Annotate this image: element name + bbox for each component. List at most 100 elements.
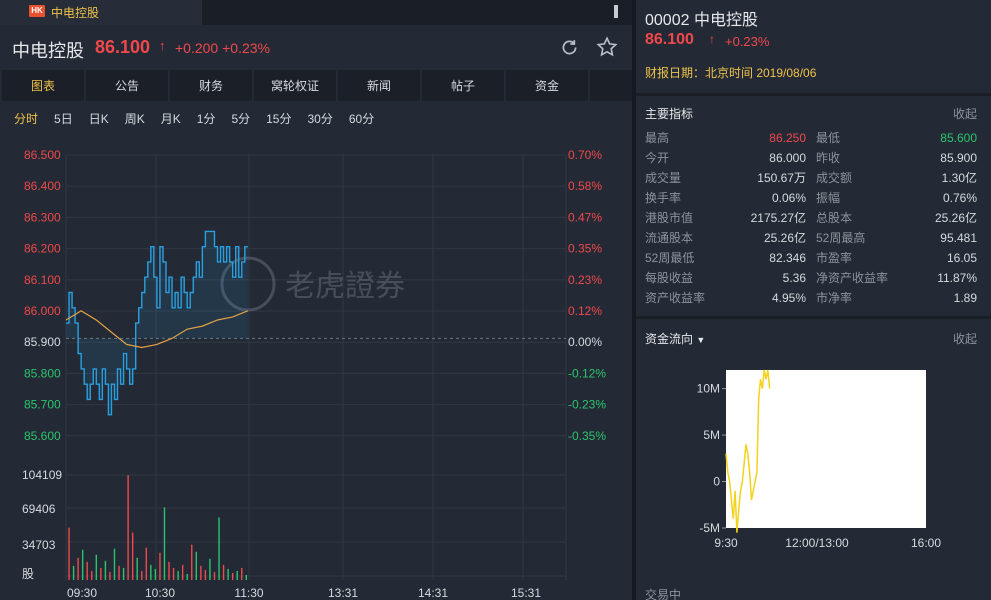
tab-warrants[interactable]: 窝轮权证 [254, 70, 336, 101]
indicators-collapse[interactable]: 收起 [953, 105, 977, 122]
indicator-value: 11.87% [937, 271, 977, 285]
pct-tick-label: 0.12% [568, 304, 602, 318]
volume-tick-label: 股 [22, 567, 34, 581]
watermark-text: 老虎證券 [285, 269, 405, 304]
pct-tick-label: -0.23% [568, 398, 606, 412]
tab-stock[interactable]: HK 中电控股 [0, 0, 202, 25]
indicator-value: 1.89 [953, 291, 977, 305]
pct-tick-label: -0.35% [568, 429, 606, 443]
period-30min[interactable]: 30分 [307, 110, 332, 127]
indicator-label: 资产收益率 [645, 291, 706, 305]
stock-name: 中电控股 [12, 41, 84, 61]
period-selector: 分时 5日 日K 周K 月K 1分 5分 15分 30分 60分 [14, 110, 390, 127]
tab-financials[interactable]: 财务 [170, 70, 252, 101]
change-pct: +0.23% [222, 40, 270, 56]
stock-price: 86.100 [95, 37, 151, 57]
report-date: 财报日期：北京时间 2019/08/06 [645, 66, 817, 80]
flow-title-text: 资金流向 [645, 332, 694, 346]
indicator-value: 25.26亿 [763, 231, 806, 245]
flow-y-label: 0 [713, 475, 720, 489]
indicator-label: 每股收益 [645, 271, 694, 285]
indicator-value: 82.346 [769, 251, 806, 265]
star-icon[interactable] [596, 36, 618, 58]
indicator-label: 昨收 [816, 151, 841, 165]
flow-x-label: 16:00 [911, 536, 941, 550]
indicator-value: 85.900 [940, 151, 977, 165]
period-daily[interactable]: 日K [89, 110, 109, 127]
indicator-value: 25.26亿 [934, 211, 977, 225]
indicator-value: 16.05 [946, 251, 977, 265]
period-intraday[interactable]: 分时 [14, 110, 38, 127]
indicator-label: 港股市值 [645, 211, 694, 225]
indicator-label: 换手率 [645, 191, 682, 205]
pct-tick-label: 0.35% [568, 242, 602, 256]
flow-collapse[interactable]: 收起 [953, 330, 977, 347]
time-tick-label: 09:30 [67, 586, 97, 600]
period-1min[interactable]: 1分 [197, 110, 216, 127]
pause-icon[interactable] [614, 5, 618, 18]
time-tick-label: 14:31 [418, 586, 448, 600]
price-tick-label: 85.600 [24, 429, 61, 443]
period-15min[interactable]: 15分 [266, 110, 291, 127]
indicator-value: 0.06% [771, 191, 806, 205]
separator [636, 316, 991, 319]
period-5day[interactable]: 5日 [54, 110, 73, 127]
time-tick-label: 13:31 [328, 586, 358, 600]
period-weekly[interactable]: 周K [125, 110, 145, 127]
indicator-label: 总股本 [816, 211, 853, 225]
flow-y-label: 10M [697, 382, 720, 396]
indicators-grid: 最高 86.250 最低 85.600 今开 86.000 昨收 85.900 成交量 150.6… [645, 130, 977, 310]
time-tick-label: 11:30 [234, 586, 263, 600]
refresh-icon[interactable] [559, 37, 580, 58]
capital-flow-chart: 10M 5M 0 -5M9:30 12:00/13:00 16:00 [697, 369, 941, 550]
indicator-row: 资产收益率 4.95% 市净率 1.89 [645, 290, 977, 310]
nav-spacer [590, 70, 632, 101]
info-panel: 00002 中电控股 86.100 ↑ +0.23% 财报日期：北京时间 201… [636, 0, 991, 600]
indicator-row: 今开 86.000 昨收 85.900 [645, 150, 977, 170]
indicator-value: 86.250 [769, 131, 806, 145]
tab-news[interactable]: 新闻 [338, 70, 420, 101]
pct-tick-label: 0.58% [568, 179, 602, 193]
indicator-label: 振幅 [816, 191, 841, 205]
stock-code-title: 00002 中电控股 [645, 12, 758, 29]
pct-tick-label: -0.12% [568, 366, 606, 380]
indicator-row: 每股收益 5.36 净资产收益率 11.87% [645, 270, 977, 290]
intraday-chart[interactable]: 老虎證券 86.500 86.400 86.300 86.200 86.100 86.000… [0, 140, 632, 600]
separator [636, 93, 991, 96]
indicator-label: 今开 [645, 151, 670, 165]
right-up-arrow-icon: ↑ [709, 32, 715, 46]
price-tick-label: 86.100 [24, 273, 61, 287]
volume-tick-label: 69406 [22, 502, 56, 516]
flow-plot-area [726, 370, 926, 528]
tab-bar: HK 中电控股 [0, 0, 632, 25]
pct-tick-label: 0.70% [568, 148, 602, 162]
right-change-pct: +0.23% [725, 34, 770, 49]
pct-tick-label: 0.00% [568, 335, 602, 349]
flow-y-label: 5M [703, 428, 720, 442]
pct-tick-label: 0.23% [568, 273, 602, 287]
period-60min[interactable]: 60分 [349, 110, 374, 127]
indicator-label: 成交额 [816, 171, 853, 185]
tab-capital[interactable]: 资金 [506, 70, 588, 101]
pct-tick-label: 0.47% [568, 210, 602, 224]
change-value: +0.200 [175, 40, 219, 56]
flow-x-label: 9:30 [714, 536, 738, 550]
flow-y-label: -5M [699, 521, 720, 535]
tab-title: 中电控股 [51, 6, 100, 20]
flow-title[interactable]: 资金流向 ▼ [645, 330, 705, 347]
indicator-value: 0.76% [942, 191, 977, 205]
caret-down-icon: ▼ [696, 335, 706, 345]
nav-tabs: 图表 公告 财务 窝轮权证 新闻 帖子 资金 [2, 70, 632, 102]
tab-chart[interactable]: 图表 [2, 70, 84, 101]
period-monthly[interactable]: 月K [161, 110, 181, 127]
indicator-label: 最高 [645, 131, 670, 145]
indicator-row: 最高 86.250 最低 85.600 [645, 130, 977, 150]
trading-status: 交易中 [645, 588, 682, 600]
tab-posts[interactable]: 帖子 [422, 70, 504, 101]
hk-badge: HK [29, 5, 45, 17]
indicator-label: 52周最低 [645, 251, 695, 265]
period-5min[interactable]: 5分 [231, 110, 250, 127]
tab-announcements[interactable]: 公告 [86, 70, 168, 101]
flow-x-label: 12:00/13:00 [785, 536, 849, 550]
indicator-label: 流通股本 [645, 231, 694, 245]
